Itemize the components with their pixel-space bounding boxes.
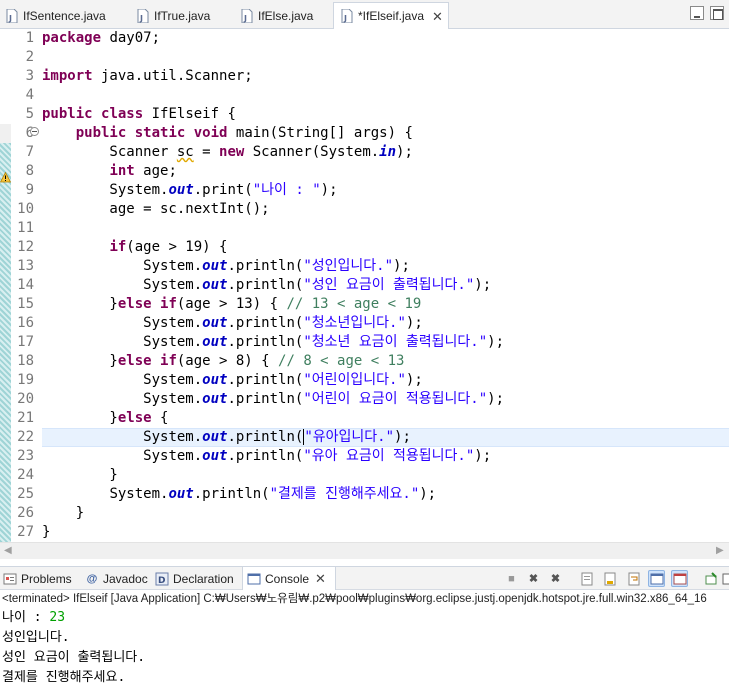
code-line-7: Scanner sc = new Scanner(System.in); [42, 144, 413, 160]
minimize-button[interactable] [690, 6, 704, 20]
remove-all-terminated-icon[interactable]: ✖ [547, 570, 564, 587]
tab-label: IfSentence.java [23, 8, 106, 23]
maximize-button[interactable] [710, 6, 724, 20]
code-line-1: package day07; [42, 30, 161, 46]
console-line-2: 성인입니다. [2, 630, 70, 645]
svg-text:J: J [8, 14, 12, 23]
tab-label: IfElse.java [258, 8, 314, 23]
code-line-24: } [42, 467, 118, 483]
code-line-3: import java.util.Scanner; [42, 68, 253, 84]
console-line-4: 결제를 진행해주세요. [2, 670, 126, 685]
console-icon [247, 572, 261, 586]
svg-text:J: J [243, 14, 247, 23]
close-icon[interactable]: ✕ [315, 572, 326, 585]
tab-javadoc[interactable]: @ Javadoc [85, 567, 148, 590]
console-line-1: 나이 : 23 [2, 610, 66, 625]
scroll-lock-icon[interactable] [601, 570, 618, 587]
code-text[interactable]: package day07; import java.util.Scanner;… [42, 29, 729, 542]
java-file-icon: J [137, 8, 149, 23]
problems-icon [3, 572, 17, 586]
code-line-21: }else { [42, 410, 169, 426]
panel-tab-bar: Problems @ Javadoc D Declaration Console… [0, 566, 729, 590]
editor-tab-bar: J IfSentence.java J IfTrue.java J IfElse… [0, 0, 729, 29]
display-console-icon[interactable] [722, 570, 729, 587]
code-line-15: }else if(age > 13) { // 13 < age < 19 [42, 296, 422, 312]
console-line-3: 성인 요금이 출력됩니다. [2, 650, 146, 665]
code-line-8: int age; [109, 163, 177, 179]
line-number-gutter: 1234567891011121314151617181920212223242… [17, 30, 34, 540]
javadoc-icon: @ [86, 572, 98, 585]
scroll-left-icon[interactable]: ◀ [4, 545, 12, 556]
java-file-icon: J [241, 8, 253, 23]
tab-ifelse[interactable]: J IfElse.java [241, 2, 313, 29]
pin-console-icon[interactable] [702, 570, 719, 587]
code-line-25: System.out.println("결제를 진행해주세요."); [109, 486, 437, 502]
code-line-20: System.out.println("어린이 요금이 적용됩니다."); [143, 391, 505, 407]
scroll-right-icon[interactable]: ▶ [716, 545, 724, 556]
code-editor[interactable]: 1234567891011121314151617181920212223242… [0, 29, 729, 542]
word-wrap-icon[interactable] [625, 570, 642, 587]
svg-text:D: D [158, 576, 165, 586]
terminate-icon[interactable]: ■ [503, 570, 520, 587]
show-console-on-error-icon[interactable] [671, 570, 688, 587]
code-line-27: } [42, 524, 51, 540]
java-file-icon: J [341, 9, 353, 23]
code-line-9: System.out.print("나이 : "); [42, 182, 338, 198]
collapse-icon[interactable] [30, 127, 39, 136]
tab-iftrue[interactable]: J IfTrue.java [137, 2, 210, 29]
svg-text:J: J [343, 14, 347, 23]
code-line-19: System.out.println("어린이입니다."); [143, 372, 423, 388]
code-line-17: System.out.println("청소년 요금이 출력됩니다."); [143, 334, 505, 350]
changed-lines-marker [0, 143, 11, 542]
tab-ifelseif[interactable]: J *IfElseif.java ✕ [333, 2, 449, 29]
clear-console-icon[interactable] [578, 570, 595, 587]
code-line-10: age = sc.nextInt(); [42, 201, 270, 217]
horizontal-scrollbar[interactable]: ◀ ▶ [0, 542, 729, 559]
tab-ifsentence[interactable]: J IfSentence.java [6, 2, 106, 29]
console-output[interactable]: 나이 : 23 성인입니다. 성인 요금이 출력됩니다. 결제를 진행해주세요. [0, 608, 729, 693]
declaration-icon: D [155, 572, 169, 586]
code-line-18: }else if(age > 8) { // 8 < age < 13 [42, 353, 405, 369]
tab-problems[interactable]: Problems [3, 567, 72, 590]
annotation-ruler [0, 29, 11, 542]
code-line-16: System.out.println("청소년입니다."); [143, 315, 423, 331]
code-line-6: public static void main(String[] args) { [75, 125, 413, 141]
code-line-14: System.out.println("성인 요금이 출력됩니다."); [143, 277, 492, 293]
console-status-line: <terminated> IfElseif [Java Application]… [2, 593, 707, 605]
tab-label: *IfElseif.java [358, 9, 425, 23]
close-icon[interactable]: ✕ [432, 10, 443, 23]
tab-console[interactable]: Console ✕ [242, 567, 336, 590]
console-user-input: 23 [49, 610, 66, 625]
tab-label: IfTrue.java [154, 8, 211, 23]
show-console-on-output-icon[interactable] [648, 570, 665, 587]
code-line-13: System.out.println("성인입니다."); [143, 258, 410, 274]
remove-launch-icon[interactable]: ✖ [525, 570, 542, 587]
code-line-5: public class IfElseif { [42, 106, 236, 122]
tab-declaration[interactable]: D Declaration [155, 567, 234, 590]
code-line-23: System.out.println("유아 요금이 적용됩니다."); [143, 448, 492, 464]
warning-icon[interactable] [0, 172, 11, 183]
svg-text:J: J [139, 14, 143, 23]
java-file-icon: J [6, 8, 18, 23]
code-line-26: } [42, 505, 85, 521]
code-line-22: System.out.println("유아입니다."); [143, 429, 411, 445]
code-line-12: if(age > 19) { [109, 239, 228, 255]
